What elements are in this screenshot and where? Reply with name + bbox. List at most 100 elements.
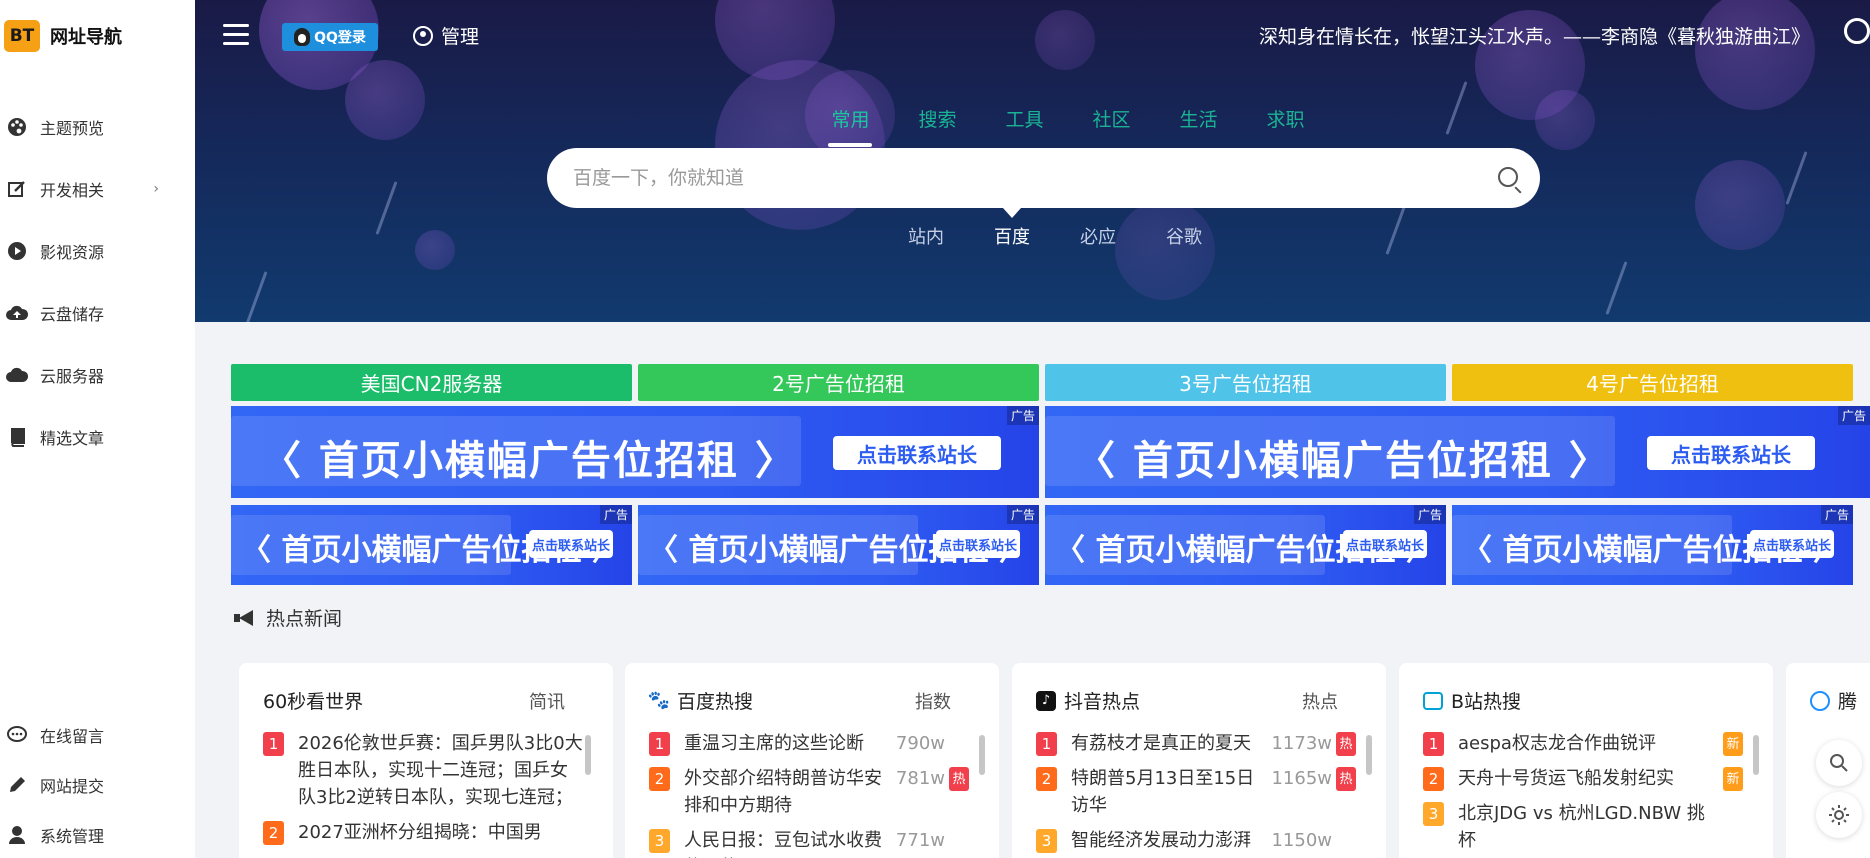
engine-bing[interactable]: 必应 <box>1055 223 1141 249</box>
bilibili-tv-icon <box>1423 691 1443 710</box>
list-item[interactable]: 2 2027亚洲杯分组揭晓：中国男 <box>263 819 583 846</box>
card-list: 1 2026伦敦世乒赛：国乒男队3比0大胜日本队，实现十二连冠；国乒女队3比2逆… <box>263 730 583 854</box>
ad-tag: 广告 <box>1413 505 1446 524</box>
search-input[interactable] <box>573 162 1473 194</box>
list-item[interactable]: 2 外交部介绍特朗普访华安排和中方期待 781w 热 <box>649 765 969 819</box>
engine-google[interactable]: 谷歌 <box>1141 223 1227 249</box>
qq-login-button[interactable]: QQ登录 <box>282 23 378 51</box>
decor-streak <box>1445 81 1468 135</box>
banner-contact-button[interactable]: 点击联系站长 <box>833 436 1001 470</box>
card-title-wrap[interactable]: 腾 <box>1810 687 1857 714</box>
banner-contact-button[interactable]: 点击联系站长 <box>1647 436 1815 470</box>
hot-news-title: 热点新闻 <box>266 608 343 630</box>
search-engines: 站内 百度 必应 谷歌 <box>883 208 1227 249</box>
search-box <box>547 148 1540 208</box>
engine-site[interactable]: 站内 <box>883 223 969 249</box>
sidebar-item-cloud-storage[interactable]: 云盘储存 <box>0 282 195 344</box>
theme-toggle-button[interactable] <box>1816 792 1862 838</box>
ad-banner-small-2[interactable]: 〈 首页小横幅广告位招租 〉 点击联系站长 广告 <box>638 505 1039 585</box>
qq-login-label: QQ登录 <box>314 30 366 46</box>
card-title: 腾 <box>1838 691 1858 713</box>
card-title: 百度热搜 <box>677 691 754 713</box>
card-title-wrap[interactable]: ♪ 抖音热点 <box>1036 687 1140 714</box>
engine-baidu[interactable]: 百度 <box>969 208 1055 249</box>
list-item[interactable]: 1 有荔枝才是真正的夏天 1173w 热 <box>1036 730 1356 757</box>
scrollbar[interactable] <box>585 735 591 775</box>
sidebar-item-submit[interactable]: 网站提交 <box>0 760 195 810</box>
item-value: 790w <box>895 733 945 754</box>
sidebar-item-admin[interactable]: 系统管理 <box>0 810 195 858</box>
ad-label-2[interactable]: 2号广告位招租 <box>638 364 1039 401</box>
list-item[interactable]: 1 重温习主席的这些论断 790w <box>649 730 969 757</box>
ad-label-1[interactable]: 美国CN2服务器 <box>231 364 632 401</box>
search-icon[interactable] <box>1844 18 1870 44</box>
list-item[interactable]: 1 2026伦敦世乒赛：国乒男队3比0大胜日本队，实现十二连冠；国乒女队3比2逆… <box>263 730 583 811</box>
item-value: 771w <box>895 830 945 851</box>
banner-contact-button[interactable]: 点击联系站长 <box>936 530 1020 558</box>
scrollbar[interactable] <box>1366 735 1372 775</box>
card-meta: 指数 <box>915 691 951 713</box>
banner-contact-button[interactable]: 点击联系站长 <box>1750 530 1834 558</box>
tab-community[interactable]: 社区 <box>1068 105 1155 132</box>
ad-label-3[interactable]: 3号广告位招租 <box>1045 364 1446 401</box>
site-logo[interactable]: BT 网址导航 <box>4 20 122 52</box>
ad-banner-small-1[interactable]: 〈 首页小横幅广告位招租 〉 点击联系站长 广告 <box>231 505 632 585</box>
admin-link[interactable]: 管理 <box>413 22 479 49</box>
float-search-button[interactable] <box>1816 740 1862 786</box>
play-circle-icon <box>6 240 28 262</box>
ad-label-4[interactable]: 4号广告位招租 <box>1452 364 1853 401</box>
sidebar-item-cloud-server[interactable]: 云服务器 <box>0 344 195 406</box>
list-item[interactable]: 3 智能经济发展动力澎湃 1150w <box>1036 827 1356 854</box>
card-title-wrap[interactable]: 🐾 百度热搜 <box>648 687 754 714</box>
sidebar-item-label: 影视资源 <box>40 243 105 262</box>
megaphone-icon <box>234 609 256 626</box>
logo-badge: BT <box>4 20 40 52</box>
sidebar-item-label: 主题预览 <box>40 119 105 138</box>
item-text: aespa权志龙合作曲锐评 <box>1458 733 1656 754</box>
tab-common[interactable]: 常用 <box>807 105 894 147</box>
banner-text: 〈 首页小横幅广告位招租 〉 <box>1075 438 1611 484</box>
list-item[interactable]: 1 aespa权志龙合作曲锐评 新 <box>1423 730 1743 757</box>
hot-news-header: 热点新闻 <box>234 604 342 631</box>
scrollbar[interactable] <box>1753 735 1759 775</box>
hot-badge: 热 <box>949 767 969 791</box>
tab-search[interactable]: 搜索 <box>894 105 981 132</box>
ad-banner-small-3[interactable]: 〈 首页小横幅广告位招租 〉 点击联系站长 广告 <box>1045 505 1446 585</box>
list-item[interactable]: 2 天舟十号货运飞船发射纪实 新 <box>1423 765 1743 792</box>
menu-icon[interactable] <box>223 24 249 46</box>
card-list: 1 有荔枝才是真正的夏天 1173w 热 2 特朗普5月13日至15日访华 11… <box>1036 730 1356 858</box>
list-item[interactable]: 3 北京JDG vs 杭州LGD.NBW 挑杯 <box>1423 800 1743 854</box>
sidebar-bottom-nav: 在线留言 网站提交 系统管理 <box>0 710 195 858</box>
scrollbar[interactable] <box>979 735 985 775</box>
card-title: 抖音热点 <box>1064 691 1141 713</box>
list-item[interactable]: 2 特朗普5月13日至15日访华 1165w 热 <box>1036 765 1356 819</box>
tab-life[interactable]: 生活 <box>1155 105 1242 132</box>
ad-banner-large-1[interactable]: 〈 首页小横幅广告位招租 〉 点击联系站长 广告 <box>231 406 1039 498</box>
card-title-wrap[interactable]: B站热搜 <box>1423 687 1521 714</box>
tab-tools[interactable]: 工具 <box>981 105 1068 132</box>
sidebar-item-label: 云盘储存 <box>40 305 105 324</box>
decor-bubble <box>415 230 455 270</box>
sidebar-item-video[interactable]: 影视资源 <box>0 220 195 282</box>
card-title[interactable]: 60秒看世界 <box>263 687 363 714</box>
new-badge: 新 <box>1723 732 1743 756</box>
list-item[interactable]: 3 人民日报：豆包试水收费使不使 771w <box>649 827 969 858</box>
banner-contact-button[interactable]: 点击联系站长 <box>1343 530 1427 558</box>
palette-icon <box>6 116 28 138</box>
sidebar-item-articles[interactable]: 精选文章 <box>0 406 195 468</box>
sidebar-item-dev[interactable]: 开发相关 › <box>0 158 195 220</box>
ad-banner-small-4[interactable]: 〈 首页小横幅广告位招租 〉 点击联系站长 广告 <box>1452 505 1853 585</box>
rank-badge: 3 <box>1423 802 1444 826</box>
banner-text: 〈 首页小横幅广告位招租 〉 <box>261 438 797 484</box>
banner-contact-button[interactable]: 点击联系站长 <box>529 530 613 558</box>
tab-jobs[interactable]: 求职 <box>1242 105 1329 132</box>
sidebar-item-label: 网站提交 <box>40 777 105 796</box>
sidebar-item-label: 精选文章 <box>40 429 105 448</box>
rank-badge: 2 <box>263 821 284 845</box>
item-text: 重温习主席的这些论断 <box>684 733 864 754</box>
sidebar-item-message[interactable]: 在线留言 <box>0 710 195 760</box>
rank-badge: 2 <box>1423 767 1444 791</box>
ad-banner-large-2[interactable]: 〈 首页小横幅广告位招租 〉 点击联系站长 广告 <box>1045 406 1870 498</box>
sidebar-item-theme-preview[interactable]: 主题预览 <box>0 96 195 158</box>
search-submit-icon[interactable] <box>1498 167 1518 187</box>
